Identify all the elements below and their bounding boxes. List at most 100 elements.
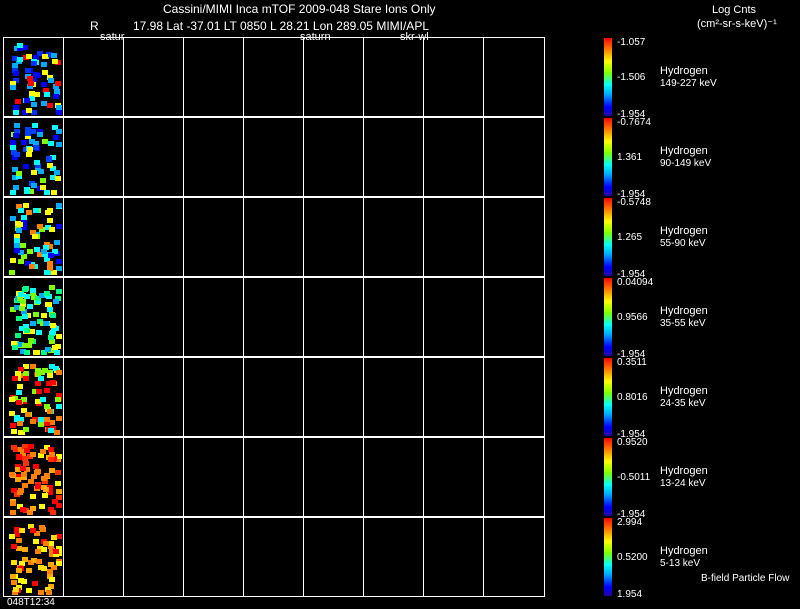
image-pixel <box>55 175 62 181</box>
image-pixel <box>26 587 33 593</box>
image-cell-empty <box>304 358 364 436</box>
energy-range-label: 24-35 keV <box>660 398 706 409</box>
image-pixel <box>55 416 62 422</box>
image-pixel <box>9 144 16 150</box>
image-pixel <box>56 453 62 459</box>
image-pixel <box>17 420 24 426</box>
image-cell-active <box>4 38 64 116</box>
image-cell-empty <box>304 278 364 356</box>
image-cell-empty <box>64 518 124 596</box>
colorbar-mid-label: 1.265 <box>617 232 643 243</box>
colorbar <box>604 278 612 356</box>
image-cell-empty <box>304 118 364 196</box>
image-pixel <box>41 475 48 481</box>
image-cell-empty <box>244 118 304 196</box>
image-pixel <box>29 451 36 457</box>
image-pixel <box>44 190 51 195</box>
image-pixel <box>56 258 62 264</box>
image-cell-empty <box>484 438 544 516</box>
colorbar-mid-label: 0.5200 <box>617 552 648 563</box>
image-pixel <box>20 506 27 512</box>
image-pixel <box>42 321 49 327</box>
image-pixel <box>43 291 50 297</box>
image-pixel <box>39 396 46 402</box>
image-pixel <box>39 504 46 510</box>
image-pixel <box>13 247 20 253</box>
image-pixel <box>40 248 47 254</box>
image-pixel <box>48 428 55 434</box>
image-pixel <box>41 139 48 145</box>
image-cell-empty <box>484 38 544 116</box>
image-cell-empty <box>124 198 184 276</box>
image-pixel <box>16 383 23 389</box>
image-pixel <box>32 233 39 239</box>
image-pixel <box>51 190 58 195</box>
image-pixel <box>51 499 58 505</box>
image-pixel <box>20 242 27 248</box>
image-pixel <box>17 222 24 228</box>
species-label: Hydrogen <box>660 385 708 397</box>
image-pixel <box>21 472 28 478</box>
image-pixel <box>52 549 59 555</box>
image-pixel <box>34 381 41 387</box>
colorbar-max-label: -0.5748 <box>617 197 651 208</box>
image-cell-empty <box>364 198 424 276</box>
image-pixel <box>30 61 37 67</box>
image-pixel <box>40 61 47 67</box>
image-pixel <box>13 123 20 128</box>
image-pixel <box>36 559 43 565</box>
image-pixel <box>56 105 62 111</box>
panel-grid <box>3 277 545 357</box>
colorbar-max-label: -0.7674 <box>617 117 651 128</box>
image-pixel <box>30 287 37 293</box>
image-pixel <box>43 387 50 393</box>
image-pixel <box>41 313 48 319</box>
image-pixel <box>15 98 22 104</box>
image-pixel <box>55 289 62 295</box>
image-pixel <box>33 207 40 213</box>
image-cell-active <box>4 358 64 436</box>
image-cell-empty <box>364 38 424 116</box>
panel-grid <box>3 517 545 597</box>
energy-panel-row: -0.7674 1.361 -1.954 Hydrogen 90-149 keV <box>0 117 800 200</box>
image-pixel <box>26 147 33 153</box>
image-pixel <box>38 453 45 459</box>
colorbar-units-label: Log Cnts <box>712 4 757 16</box>
colorbar <box>604 438 612 516</box>
colorbar-max-label: 0.3511 <box>617 357 647 368</box>
image-cell-active <box>4 278 64 356</box>
image-pixel <box>28 338 35 344</box>
colorbar <box>604 198 612 276</box>
image-pixel <box>13 71 20 77</box>
image-cell-empty <box>184 438 244 516</box>
image-pixel <box>39 448 46 454</box>
image-cell-empty <box>64 198 124 276</box>
image-cell-empty <box>244 278 304 356</box>
image-pixel <box>56 370 62 376</box>
image-pixel <box>9 270 16 275</box>
image-pixel <box>15 370 22 376</box>
image-cell-empty <box>304 38 364 116</box>
image-pixel <box>33 349 40 355</box>
image-cell-empty <box>364 278 424 356</box>
image-pixel <box>13 133 20 139</box>
species-label: Hydrogen <box>660 305 708 317</box>
image-pixel <box>53 93 60 99</box>
image-pixel <box>27 478 34 484</box>
colorbar-max-label: 0.04094 <box>617 277 654 288</box>
image-pixel <box>37 565 44 571</box>
image-pixel <box>13 185 20 191</box>
image-pixel <box>29 527 36 533</box>
energy-range-label: 5-13 keV <box>660 558 701 569</box>
image-pixel <box>49 467 56 473</box>
image-cell-empty <box>124 518 184 596</box>
image-pixel <box>9 534 16 540</box>
image-cell-empty <box>424 358 484 436</box>
image-pixel <box>38 422 45 428</box>
image-pixel <box>33 160 40 166</box>
image-cell-empty <box>64 278 124 356</box>
image-cell-empty <box>184 198 244 276</box>
image-pixel <box>9 396 16 402</box>
image-pixel <box>38 169 45 175</box>
image-pixel <box>42 492 49 498</box>
